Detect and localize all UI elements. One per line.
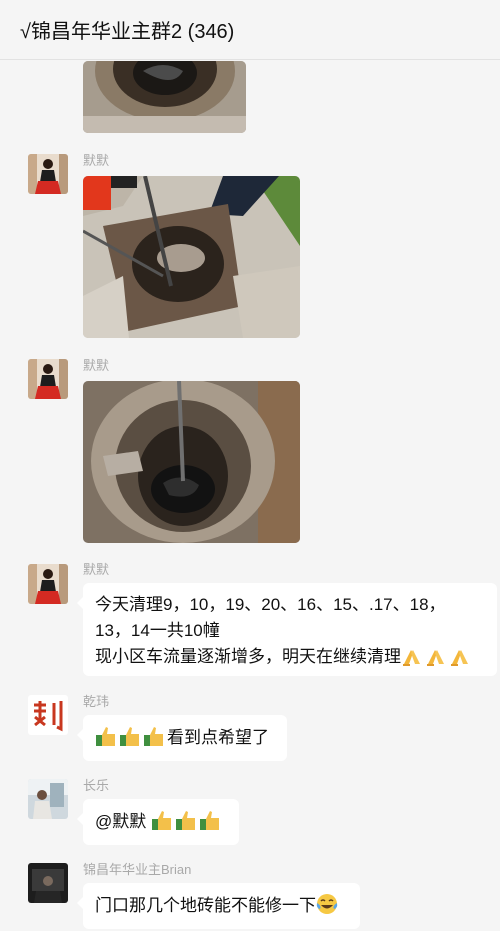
praying-hands-emoji-icon [427, 650, 444, 666]
chat-title: √锦昌年华业主群2 (346) [20, 21, 235, 43]
thumbs-up-emoji-icon [199, 811, 219, 830]
message-list[interactable]: 默默 默默 默默 今天清理9，10，19、20、16、15、.17、18， 13… [0, 61, 500, 931]
message-text: 看到点希望了 [167, 728, 269, 747]
praying-hands-emoji-icon [403, 650, 420, 666]
avatar[interactable] [28, 154, 68, 194]
message-text-line: 现小区车流量逐渐增多，明天在继续清理 [95, 644, 485, 670]
message-text: 门口那几个地砖能不能修一下 [95, 896, 316, 915]
thumbs-up-emoji-icon [151, 811, 171, 830]
sender-name: 默默 [83, 358, 110, 373]
thumbs-up-emoji-icon [144, 727, 163, 746]
sender-name: 默默 [83, 562, 110, 577]
avatar[interactable] [28, 863, 68, 903]
tears-of-joy-emoji-icon [316, 894, 338, 914]
praying-hands-emoji-icon [451, 650, 468, 666]
message-text: 现小区车流量逐渐增多，明天在继续清理 [95, 647, 401, 666]
message-bubble[interactable]: 看到点希望了 [77, 715, 287, 761]
message-text-line: 13，14一共10幢 [95, 621, 220, 640]
sender-name: 默默 [83, 153, 110, 168]
message-bubble[interactable]: @默默 [77, 799, 239, 845]
message-text-line: 今天清理9，10，19、20、16、15、.17、18， [95, 595, 446, 614]
avatar[interactable] [28, 779, 68, 819]
avatar[interactable] [28, 359, 68, 399]
message-image-manhole-top[interactable] [83, 61, 246, 133]
chat-title-bar: √锦昌年华业主群2 (346) [0, 0, 500, 60]
message-bubble[interactable]: 今天清理9，10，19、20、16、15、.17、18， 13，14一共10幢 … [77, 583, 497, 676]
message-image-manhole-cleaning[interactable] [83, 176, 300, 338]
message-image-manhole-water[interactable] [83, 381, 300, 543]
thumbs-up-emoji-icon [96, 727, 115, 746]
message-bubble[interactable]: 门口那几个地砖能不能修一下 [77, 883, 360, 929]
message-text: @默默 [95, 812, 151, 831]
sender-name: 锦昌年华业主Brian [83, 862, 192, 877]
thumbs-up-emoji-icon [175, 811, 195, 830]
sender-name: 长乐 [83, 778, 110, 793]
avatar[interactable] [28, 695, 68, 735]
sender-name: 乾玮 [83, 694, 110, 709]
thumbs-up-emoji-icon [120, 727, 139, 746]
avatar[interactable] [28, 564, 68, 604]
